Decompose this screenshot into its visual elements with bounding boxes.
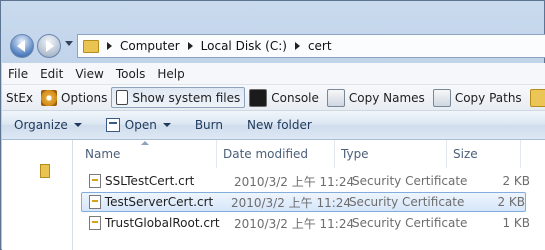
- explorer-window: Computer Local Disk (C:) cert File Edit …: [0, 0, 545, 250]
- navigation-bar: Computer Local Disk (C:) cert: [7, 32, 545, 62]
- show-system-files-toggle[interactable]: Show system files: [111, 87, 246, 108]
- sort-ascending-icon: [141, 141, 149, 145]
- copy-names-button[interactable]: Copy Names: [323, 87, 429, 108]
- forward-button[interactable]: [37, 34, 61, 58]
- file-size: 1 KB: [502, 216, 530, 230]
- file-name: TestServerCert.crt: [104, 195, 214, 209]
- organize-label: Organize: [14, 118, 68, 132]
- options-button[interactable]: Options: [37, 87, 111, 108]
- command-bar: Organize Open Burn New folder: [2, 111, 545, 140]
- back-button[interactable]: [10, 34, 34, 58]
- file-type: Security Certificate: [352, 174, 468, 188]
- stex-label: StEx: [6, 90, 34, 105]
- file-row[interactable]: SSLTestCert.crt 2010/3/2 上午 11:24 Securi…: [73, 171, 545, 191]
- column-type-label: Type: [341, 147, 369, 161]
- file-list: Name Date modified Type Size SSLTestCert…: [73, 140, 545, 250]
- organize-button[interactable]: Organize: [2, 118, 94, 132]
- document-icon: [116, 90, 129, 105]
- file-size: 2 KB: [497, 195, 525, 209]
- file-date: 2010/3/2 上午 11:24: [234, 216, 355, 231]
- file-name: SSLTestCert.crt: [105, 174, 195, 188]
- file-name: TrustGlobalRoot.crt: [105, 216, 220, 230]
- column-header-date-modified[interactable]: Date modified: [217, 140, 335, 168]
- breadcrumb-cert[interactable]: cert: [308, 39, 332, 53]
- copy-names-label: Copy Names: [348, 90, 425, 105]
- column-header-size[interactable]: Size: [447, 140, 521, 168]
- menu-view[interactable]: View: [69, 67, 109, 81]
- menu-file[interactable]: File: [2, 67, 34, 81]
- breadcrumb-local-disk[interactable]: Local Disk (C:): [201, 39, 287, 53]
- file-type: Security Certificate: [348, 195, 465, 209]
- breadcrumb-separator-icon[interactable]: [107, 42, 112, 50]
- column-header-name[interactable]: Name: [73, 140, 217, 168]
- copy-paths-label: Copy Paths: [454, 90, 522, 105]
- copy-paths-icon: [432, 88, 451, 107]
- folder-icon: [529, 88, 545, 107]
- console-icon: [249, 88, 268, 107]
- breadcrumb-separator-icon[interactable]: [294, 42, 300, 50]
- navigation-pane[interactable]: [2, 140, 73, 250]
- column-size-label: Size: [453, 147, 478, 161]
- address-bar[interactable]: Computer Local Disk (C:) cert: [77, 34, 545, 58]
- menu-help[interactable]: Help: [151, 67, 190, 81]
- menu-bar: File Edit View Tools Help: [2, 63, 545, 85]
- chevron-down-icon: [73, 123, 82, 127]
- column-date-label: Date modified: [223, 147, 309, 161]
- back-arrow-icon: [17, 40, 25, 52]
- stex-toolbar: StEx Options Show system files Console C…: [2, 85, 545, 111]
- new-folder-stex-button[interactable]: N: [526, 87, 545, 108]
- gear-icon: [41, 89, 58, 106]
- column-headers: Name Date modified Type Size: [73, 140, 545, 168]
- burn-button[interactable]: Burn: [183, 118, 235, 132]
- file-row-selected[interactable]: TestServerCert.crt 2010/3/2 上午 11:24 Sec…: [81, 192, 526, 212]
- new-folder-button[interactable]: New folder: [235, 118, 324, 132]
- copy-names-icon: [326, 88, 345, 107]
- folder-icon: [40, 164, 50, 178]
- show-system-files-label: Show system files: [132, 90, 241, 105]
- file-date: 2010/3/2 上午 11:24: [230, 195, 352, 210]
- file-rows: SSLTestCert.crt 2010/3/2 上午 11:24 Securi…: [73, 170, 545, 233]
- breadcrumb-computer[interactable]: Computer: [120, 39, 180, 53]
- open-with-icon: [105, 118, 120, 132]
- certificate-file-icon: [89, 216, 101, 230]
- certificate-file-icon: [89, 195, 101, 209]
- copy-paths-button[interactable]: Copy Paths: [429, 87, 526, 108]
- options-label: Options: [61, 90, 108, 105]
- menu-tools[interactable]: Tools: [110, 67, 152, 81]
- certificate-file-icon: [89, 174, 101, 188]
- recent-pages-dropdown-icon[interactable]: [65, 41, 73, 46]
- open-label: Open: [124, 118, 157, 132]
- column-name-label: Name: [85, 147, 121, 161]
- file-date: 2010/3/2 上午 11:24: [234, 174, 355, 189]
- file-type: Security Certificate: [352, 216, 468, 230]
- file-row[interactable]: TrustGlobalRoot.crt 2010/3/2 上午 11:24 Se…: [73, 213, 545, 233]
- menu-edit[interactable]: Edit: [34, 67, 69, 81]
- console-button[interactable]: Console: [245, 87, 323, 108]
- file-size: 2 KB: [502, 174, 530, 188]
- chevron-down-icon: [162, 123, 171, 127]
- console-label: Console: [271, 90, 319, 105]
- folder-icon: [83, 39, 99, 53]
- forward-arrow-icon: [46, 40, 54, 52]
- column-header-type[interactable]: Type: [335, 140, 447, 168]
- open-button[interactable]: Open: [94, 118, 183, 132]
- breadcrumb-separator-icon[interactable]: [187, 42, 193, 50]
